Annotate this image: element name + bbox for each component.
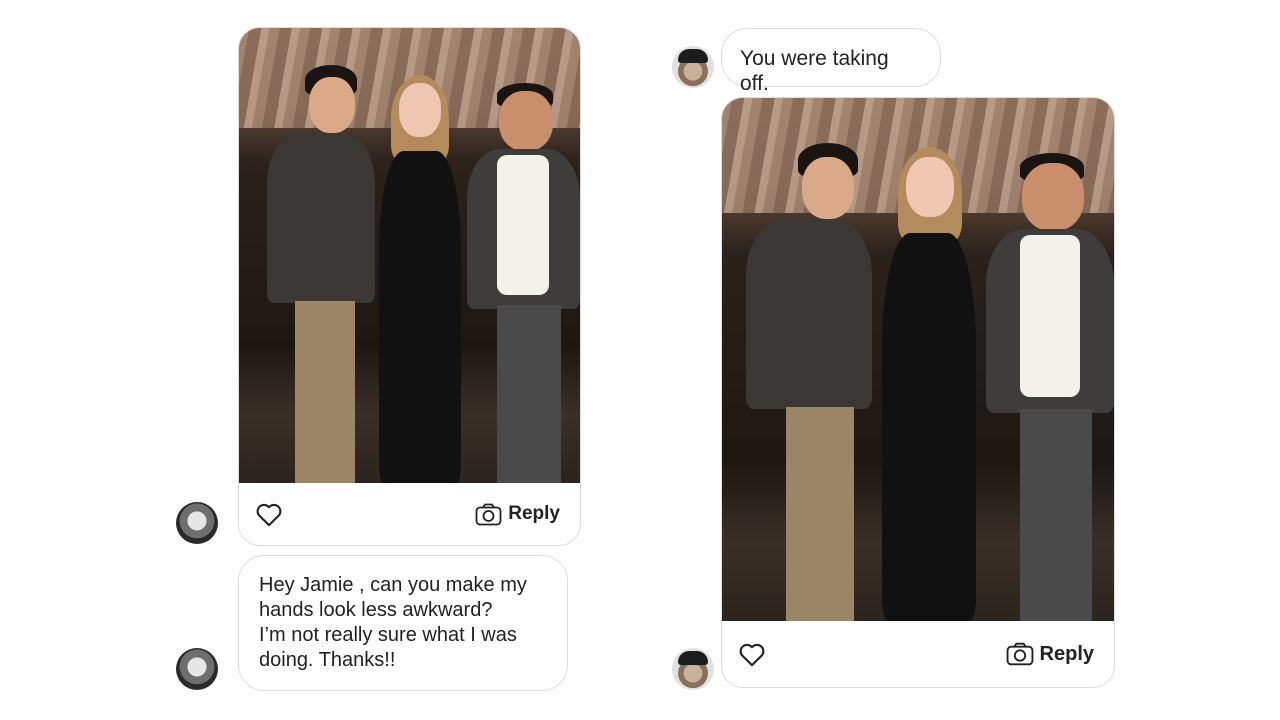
camera-icon bbox=[1006, 642, 1033, 666]
reply-label: Reply bbox=[1039, 642, 1094, 665]
message-line-4: doing. Thanks!! bbox=[259, 649, 396, 671]
right-message-bubble: You were taking off. bbox=[721, 28, 941, 95]
right-photo[interactable] bbox=[722, 98, 1114, 621]
message-line-1: Hey Jamie , can you make my bbox=[259, 574, 527, 596]
reply-button[interactable]: Reply bbox=[475, 503, 560, 526]
left-card-actions: Reply bbox=[239, 483, 580, 545]
message-line-3: I’m not really sure what I was bbox=[259, 624, 517, 646]
reply-label: Reply bbox=[508, 503, 560, 524]
reply-message-text: You were taking off. bbox=[740, 47, 889, 95]
person-left bbox=[728, 141, 872, 621]
avatar-sender[interactable] bbox=[176, 648, 218, 690]
heart-icon[interactable] bbox=[738, 641, 766, 667]
right-photo-card: Reply bbox=[721, 97, 1115, 688]
person-left bbox=[247, 63, 375, 483]
heart-icon[interactable] bbox=[255, 501, 283, 527]
left-photo[interactable] bbox=[239, 28, 580, 483]
avatar-replier[interactable] bbox=[672, 648, 714, 690]
left-photo-card: Reply bbox=[238, 27, 581, 546]
avatar-replier[interactable] bbox=[672, 46, 714, 88]
camera-icon bbox=[475, 503, 502, 525]
avatar-sender[interactable] bbox=[176, 502, 218, 544]
message-line-2: hands look less awkward? bbox=[259, 599, 493, 621]
reply-button[interactable]: Reply bbox=[1006, 642, 1094, 666]
person-right bbox=[986, 153, 1114, 621]
person-right bbox=[467, 83, 580, 483]
right-card-actions: Reply bbox=[722, 621, 1114, 687]
person-middle bbox=[870, 145, 986, 621]
person-middle bbox=[369, 73, 469, 483]
left-message-bubble: Hey Jamie , can you make my hands look l… bbox=[238, 555, 568, 691]
